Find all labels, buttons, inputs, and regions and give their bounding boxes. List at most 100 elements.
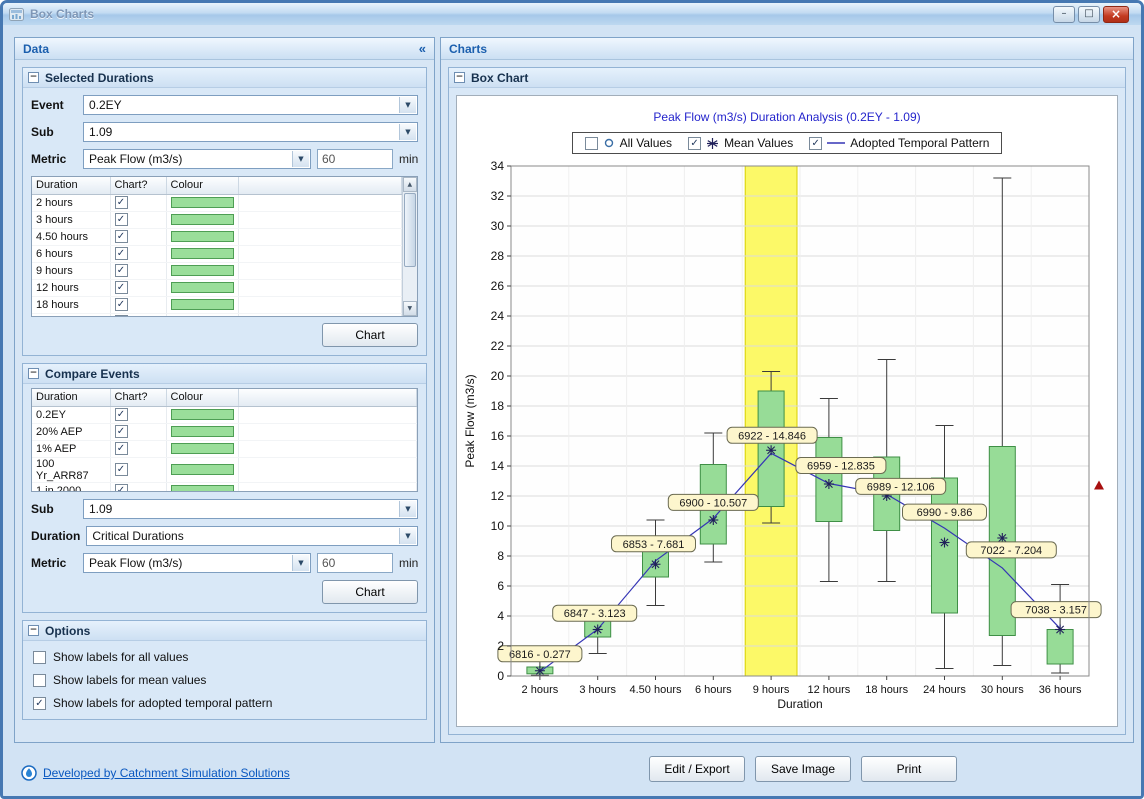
titlebar[interactable]: Box Charts – □ × xyxy=(3,3,1141,25)
scroll-down-icon[interactable]: ▼ xyxy=(403,301,417,316)
col-chart[interactable]: Chart? xyxy=(110,177,166,194)
row-checkbox[interactable]: ✓ xyxy=(115,463,128,476)
options-header[interactable]: − Options xyxy=(23,621,426,641)
colour-swatch[interactable] xyxy=(171,248,234,259)
durations-chart-button[interactable]: Chart xyxy=(322,323,418,347)
legend-item-1[interactable]: ✓Mean Values xyxy=(688,136,793,150)
compare-metric-select[interactable]: Peak Flow (m3/s) ▼ xyxy=(83,553,311,573)
compare-duration-select[interactable]: Critical Durations ▼ xyxy=(86,526,418,546)
col-colour[interactable]: Colour xyxy=(166,389,238,406)
event-select[interactable]: 0.2EY ▼ xyxy=(83,95,418,115)
colour-swatch[interactable] xyxy=(171,316,234,317)
collapse-icon[interactable]: − xyxy=(28,368,39,379)
row-checkbox[interactable]: ✓ xyxy=(115,230,128,243)
row-checkbox[interactable]: ✓ xyxy=(115,264,128,277)
row-checkbox[interactable]: ✓ xyxy=(115,315,128,317)
colour-swatch[interactable] xyxy=(171,197,234,208)
colour-swatch[interactable] xyxy=(171,282,234,293)
row-label[interactable]: 4.50 hours xyxy=(32,228,110,245)
row-checkbox[interactable]: ✓ xyxy=(115,213,128,226)
colour-swatch[interactable] xyxy=(171,464,234,475)
metric-label: Metric xyxy=(31,152,77,166)
legend-item-2[interactable]: ✓Adopted Temporal Pattern xyxy=(809,136,989,150)
scroll-up-icon[interactable]: ▲ xyxy=(403,177,417,192)
row-checkbox[interactable]: ✓ xyxy=(115,484,128,492)
colour-swatch[interactable] xyxy=(171,265,234,276)
row-label[interactable]: 0.2EY xyxy=(32,406,110,423)
colour-swatch[interactable] xyxy=(171,443,234,454)
developer-link[interactable]: Developed by Catchment Simulation Soluti… xyxy=(43,766,290,780)
selected-durations-header[interactable]: − Selected Durations xyxy=(23,68,426,88)
collapse-icon[interactable]: − xyxy=(28,72,39,83)
compare-chart-button[interactable]: Chart xyxy=(322,580,418,604)
row-label[interactable]: 2 hours xyxy=(32,194,110,211)
colour-swatch[interactable] xyxy=(171,231,234,242)
scrollbar-thumb[interactable] xyxy=(404,193,416,267)
row-label[interactable]: 24 hours xyxy=(32,313,110,317)
row-label[interactable]: 100 Yr_ARR87 xyxy=(32,457,110,482)
options-list: Show labels for all values Show labels fo… xyxy=(23,650,426,710)
svg-text:30: 30 xyxy=(491,219,505,233)
compare-minutes-input[interactable] xyxy=(317,553,393,573)
svg-text:4.50 hours: 4.50 hours xyxy=(630,684,682,696)
print-button[interactable]: Print xyxy=(861,756,957,782)
col-duration[interactable]: Duration xyxy=(32,389,110,406)
save-image-button[interactable]: Save Image xyxy=(755,756,851,782)
row-checkbox[interactable]: ✓ xyxy=(115,247,128,260)
row-label[interactable]: 20% AEP xyxy=(32,423,110,440)
legend-checkbox[interactable]: ✓ xyxy=(688,137,701,150)
row-label[interactable]: 18 hours xyxy=(32,296,110,313)
col-colour[interactable]: Colour xyxy=(166,177,238,194)
duration-label: Duration xyxy=(31,529,80,543)
row-label[interactable]: 1 in 2000 xyxy=(32,482,110,492)
collapse-icon[interactable]: − xyxy=(454,72,465,83)
table-row: 18 hours ✓ xyxy=(32,296,401,313)
row-checkbox[interactable]: ✓ xyxy=(115,408,128,421)
legend-checkbox[interactable]: ✓ xyxy=(809,137,822,150)
row-checkbox[interactable]: ✓ xyxy=(115,425,128,438)
compare-sub-select[interactable]: 1.09 ▼ xyxy=(83,499,418,519)
option-row-2[interactable]: ✓ Show labels for adopted temporal patter… xyxy=(33,696,416,710)
row-label[interactable]: 6 hours xyxy=(32,245,110,262)
row-checkbox[interactable]: ✓ xyxy=(115,298,128,311)
colour-swatch[interactable] xyxy=(171,299,234,310)
maximize-button[interactable]: □ xyxy=(1078,6,1100,23)
row-label[interactable]: 12 hours xyxy=(32,279,110,296)
row-checkbox[interactable]: ✓ xyxy=(115,281,128,294)
metric-minutes-input[interactable] xyxy=(317,149,393,169)
colour-swatch[interactable] xyxy=(171,426,234,437)
option-checkbox[interactable] xyxy=(33,674,46,687)
metric-select[interactable]: Peak Flow (m3/s) ▼ xyxy=(83,149,311,169)
row-label[interactable]: 3 hours xyxy=(32,211,110,228)
colour-swatch[interactable] xyxy=(171,409,234,420)
col-chart[interactable]: Chart? xyxy=(110,389,166,406)
option-checkbox[interactable] xyxy=(33,651,46,664)
legend-item-0[interactable]: All Values xyxy=(585,136,672,150)
col-filler xyxy=(238,177,401,194)
option-row-1[interactable]: Show labels for mean values xyxy=(33,673,416,687)
atp-label: 6959 - 12.835 xyxy=(796,458,886,474)
close-button[interactable]: × xyxy=(1103,6,1129,23)
collapse-icon[interactable]: − xyxy=(28,625,39,636)
minimize-button[interactable]: – xyxy=(1053,6,1075,23)
option-label: Show labels for adopted temporal pattern xyxy=(53,696,272,710)
row-checkbox[interactable]: ✓ xyxy=(115,196,128,209)
compare-events-header[interactable]: − Compare Events xyxy=(23,364,426,384)
line-marker-icon xyxy=(827,138,845,148)
footer-link[interactable]: Developed by Catchment Simulation Soluti… xyxy=(21,765,290,781)
durations-scrollbar[interactable]: ▲ ▼ xyxy=(402,177,417,316)
row-checkbox[interactable]: ✓ xyxy=(115,442,128,455)
colour-swatch[interactable] xyxy=(171,485,234,492)
box-chart-header[interactable]: − Box Chart xyxy=(449,68,1125,88)
legend-checkbox[interactable] xyxy=(585,137,598,150)
colour-swatch[interactable] xyxy=(171,214,234,225)
edit-export-button[interactable]: Edit / Export xyxy=(649,756,745,782)
col-duration[interactable]: Duration xyxy=(32,177,110,194)
option-checkbox[interactable]: ✓ xyxy=(33,697,46,710)
row-label[interactable]: 9 hours xyxy=(32,262,110,279)
option-row-0[interactable]: Show labels for all values xyxy=(33,650,416,664)
row-label[interactable]: 1% AEP xyxy=(32,440,110,457)
svg-text:6816 - 0.277: 6816 - 0.277 xyxy=(509,649,571,661)
sub-select[interactable]: 1.09 ▼ xyxy=(83,122,418,142)
panel-collapse-button[interactable]: « xyxy=(419,41,426,56)
